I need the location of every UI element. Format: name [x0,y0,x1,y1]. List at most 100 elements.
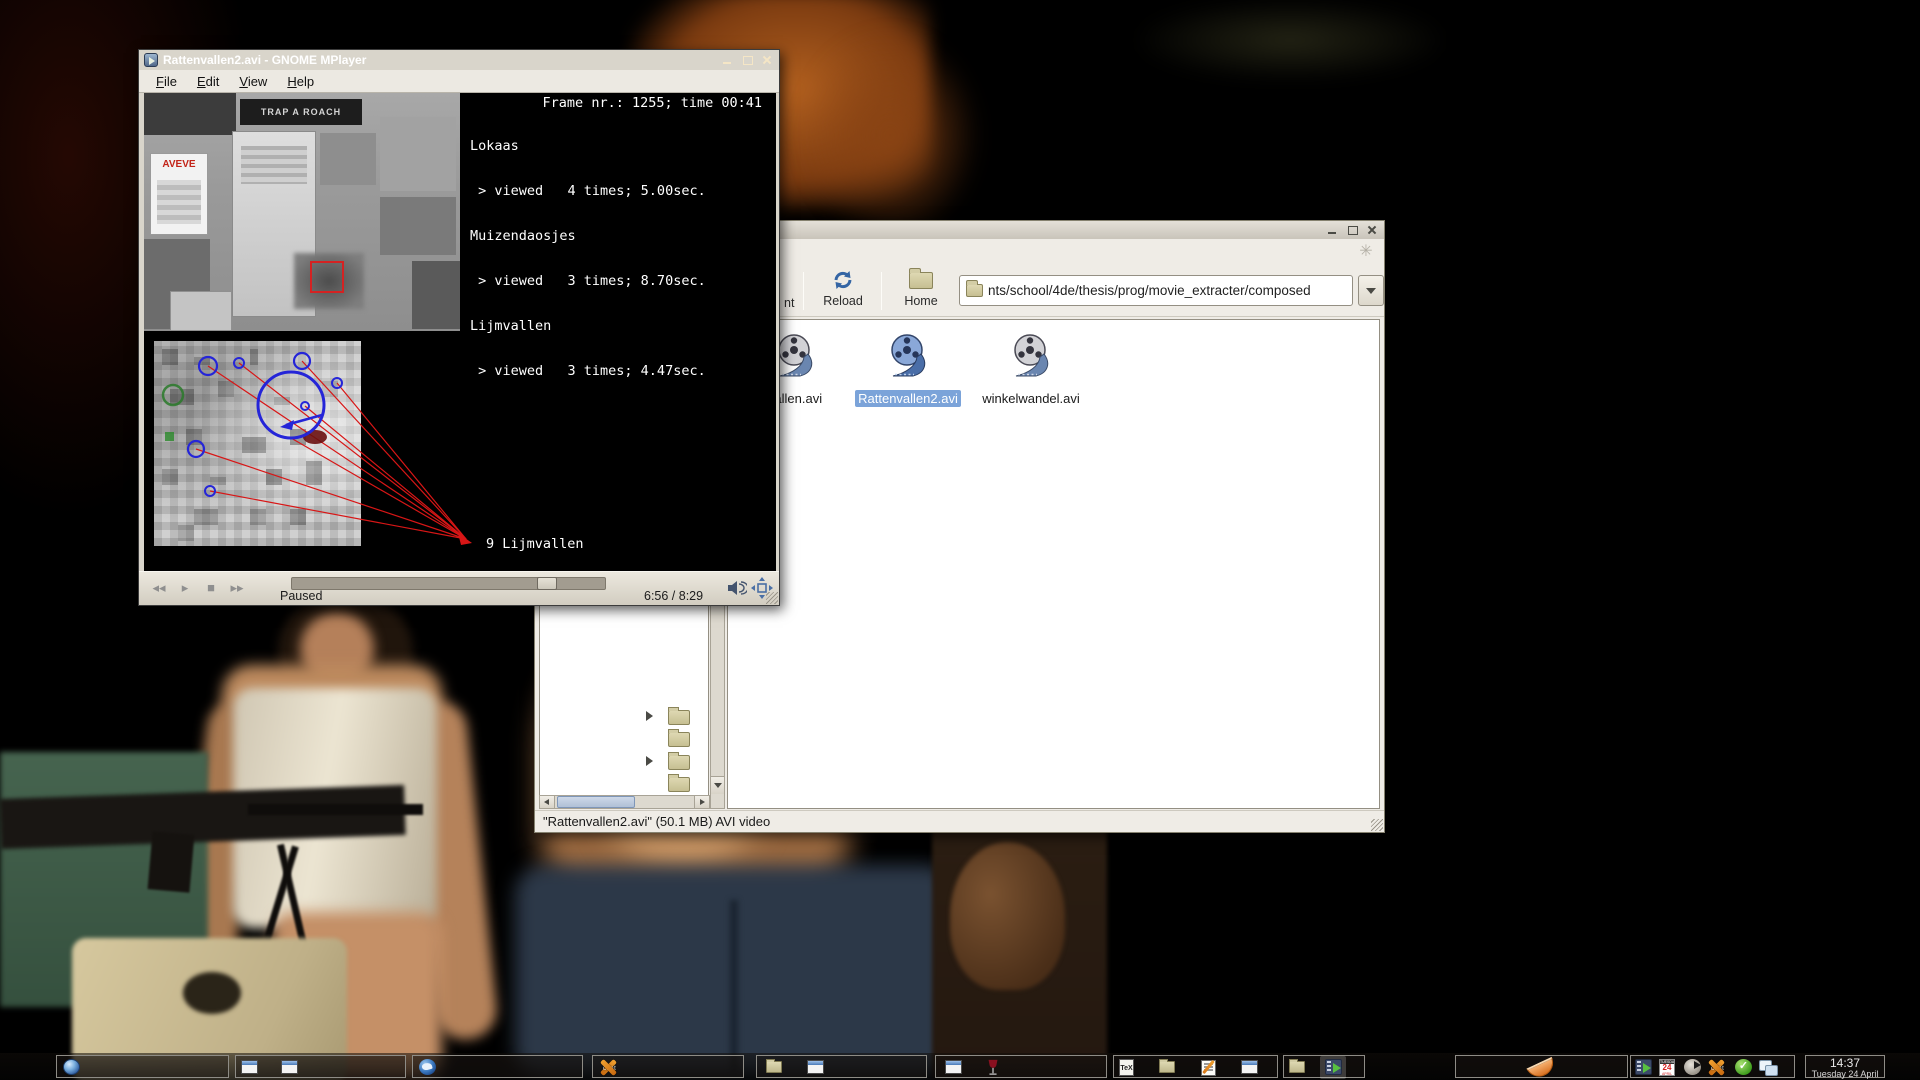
calendar-day: 24 [1660,1064,1674,1072]
wine-glass-icon [986,1059,1000,1075]
clock-date: Tuesday 24 April [1806,1070,1884,1079]
rewind-button[interactable]: ◂◂ [147,576,171,600]
fast-forward-button[interactable]: ▸▸ [225,576,249,600]
task-button-mplayer[interactable] [1283,1055,1365,1078]
task-button-files[interactable] [756,1055,927,1078]
minimize-icon[interactable] [1326,224,1339,236]
wallpaper-pottery [950,842,1065,990]
scroll-right-icon[interactable] [694,796,709,808]
home-button[interactable]: Home [889,268,953,314]
window-icon [281,1060,298,1074]
wallpaper-olive-blob [1140,0,1440,80]
scrollbar-thumb[interactable] [557,796,635,808]
osd-stats: Lokaas > viewed 4 times; 5.00sec. Muizen… [470,109,706,409]
tray-calendar-icon[interactable]: TUESDAY 24 APRIL [1659,1059,1675,1076]
resize-grip[interactable] [1371,819,1383,831]
stop-button[interactable]: ■ [199,576,223,600]
window-icon [241,1060,258,1074]
location-folder-icon [966,284,983,297]
desktop: nt Reload Home nt [0,0,1920,1080]
scroll-down-icon[interactable] [711,776,724,794]
task-button-mail[interactable] [412,1055,583,1078]
orange-slice-icon [1526,1057,1557,1080]
window-icon [945,1060,962,1074]
task-button-browser[interactable] [56,1055,229,1078]
task-button-chat[interactable]: chat [592,1055,744,1078]
parent-button[interactable]: nt [784,296,794,310]
minimize-icon[interactable] [721,54,734,66]
menu-help[interactable]: Help [278,72,323,91]
osd-stat-name: Lijmvallen [470,319,706,334]
tree-horizontal-scrollbar[interactable] [539,795,710,809]
reload-button[interactable]: Reload [811,268,875,314]
location-dropdown-button[interactable] [1358,275,1384,306]
task-button-clementine[interactable] [1455,1055,1628,1078]
location-bar[interactable]: nts/school/4de/thesis/prog/movie_extract… [959,275,1353,306]
red-arrowhead [458,533,472,545]
seek-bar[interactable] [291,577,606,590]
file-label[interactable]: winkelwandel.avi [979,390,1083,407]
toolbar-separator [803,272,804,310]
task-button-windows[interactable] [235,1055,406,1078]
file-label[interactable]: Rattenvallen2.avi [855,390,961,407]
wallpaper-gun-barrel [248,804,423,815]
osd-stat-name: Muizendaosjes [470,229,706,244]
tray-mplayer-icon[interactable] [1635,1059,1652,1075]
playback-time: 6:56 / 8:29 [644,589,703,603]
mplayer-titlebar[interactable]: Rattenvallen2.avi - GNOME MPlayer [139,50,779,70]
location-path[interactable]: nts/school/4de/thesis/prog/movie_extract… [988,283,1311,298]
maximize-icon[interactable] [1346,224,1359,236]
tree-row[interactable] [540,774,708,796]
tree-row[interactable] [540,752,708,774]
green-circle [163,385,183,405]
expander-triangle-icon[interactable] [646,756,653,766]
menu-file[interactable]: File [147,72,186,91]
tex-icon: TeX [1119,1059,1134,1076]
dark-red-blob [303,430,327,444]
thunderbird-icon [419,1059,436,1075]
tree-row[interactable] [540,729,708,751]
task-button-documents[interactable]: TeX [1113,1055,1278,1078]
folder-icon [1289,1061,1305,1073]
tray-chat-bubbles-icon[interactable] [1759,1059,1776,1075]
folder-icon [668,755,690,770]
osd-annotation-label: 9 Lijmvallen [486,536,584,552]
osd-stat-detail: > viewed 3 times; 8.70sec. [470,274,706,289]
mplayer-window: Rattenvallen2.avi - GNOME MPlayer File E… [138,49,780,606]
file-item[interactable]: winkelwandel.avi [971,333,1091,408]
scroll-left-icon[interactable] [540,796,555,808]
notepad-pencil-icon [1201,1060,1216,1076]
play-button[interactable]: ▸ [173,576,197,600]
folder-icon [1159,1061,1175,1073]
playback-status: Paused [280,589,322,603]
close-icon[interactable] [761,54,774,66]
tray-online-check-icon[interactable] [1735,1059,1752,1075]
chat-label: chat [1711,1066,1724,1072]
menu-edit[interactable]: Edit [188,72,228,91]
task-button-wine[interactable] [935,1055,1107,1078]
resize-grip[interactable] [766,592,778,604]
mplayer-menubar: File Edit View Help [139,70,779,93]
tree-row[interactable] [540,707,708,729]
video-area[interactable]: TRAP A ROACH AVEVE [144,93,776,573]
tray-chat-x-icon[interactable]: chat [1705,1059,1727,1075]
seek-thumb[interactable] [537,577,557,590]
close-icon[interactable] [1366,224,1379,236]
calendar-month: APRIL [1660,1072,1674,1076]
maximize-icon[interactable] [741,54,754,66]
clock[interactable]: 14:37 Tuesday 24 April [1805,1055,1885,1078]
expander-triangle-icon[interactable] [646,711,653,721]
system-tray: TUESDAY 24 APRIL chat [1630,1055,1795,1078]
file-manager-statusbar: "Rattenvallen2.avi" (50.1 MB) AVI video [535,810,1384,832]
window-icon [807,1060,824,1074]
file-item-selected[interactable]: Rattenvallen2.avi [848,333,968,408]
blue-arrowhead [280,420,294,430]
chat-label: chat [603,1066,616,1072]
folder-icon [668,777,690,792]
menu-view[interactable]: View [230,72,276,91]
tray-swoosh-icon[interactable] [1684,1059,1701,1075]
osd-stat-detail: > viewed 4 times; 5.00sec. [470,184,706,199]
volume-icon[interactable] [727,580,747,596]
globe-icon [63,1059,80,1075]
green-dot [1770,1070,1776,1076]
